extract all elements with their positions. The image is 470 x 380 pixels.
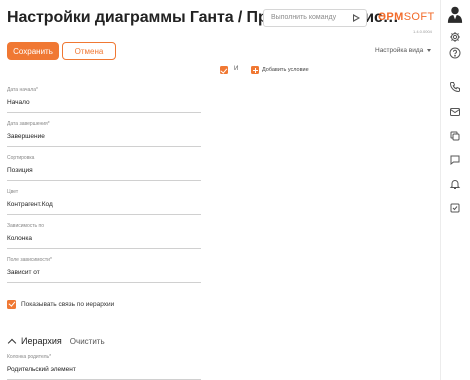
view-settings-dropdown[interactable]: Настройка вида xyxy=(375,47,432,54)
field-value[interactable]: Родительский элемент xyxy=(7,366,76,373)
command-placeholder: Выполнить команду xyxy=(271,14,337,21)
dependency-by-field[interactable]: Зависимость по Колонка xyxy=(7,223,201,249)
bpmsoft-logo: ƏPMSOFT xyxy=(378,11,435,23)
version-label: 1.4.0.0004 xyxy=(413,29,432,34)
checkbox-task-icon[interactable] xyxy=(447,200,463,216)
copy-icon[interactable] xyxy=(447,128,463,144)
field-value[interactable]: Завершение xyxy=(7,133,45,140)
chat-icon[interactable] xyxy=(447,152,463,168)
field-label: Дата завершения* xyxy=(7,121,50,127)
color-field[interactable]: Цвет Контрагент.Код xyxy=(7,189,201,215)
save-button[interactable]: Сохранить xyxy=(7,42,59,60)
cancel-button[interactable]: Отмена xyxy=(62,42,116,60)
clear-hierarchy-button[interactable]: Очистить xyxy=(70,337,105,346)
checkbox-label: Показывать связь по иерархии xyxy=(21,300,115,308)
field-value[interactable]: Позиция xyxy=(7,167,33,174)
field-label: Зависимость по xyxy=(7,223,45,229)
hierarchy-section-header[interactable]: Иерархия Очистить xyxy=(7,335,105,347)
condition-and-label[interactable]: И xyxy=(234,66,238,72)
start-date-field[interactable]: Дата начала* Начало xyxy=(7,87,201,113)
command-input[interactable]: Выполнить команду xyxy=(263,9,367,27)
field-label: Дата начала* xyxy=(7,87,38,93)
help-icon[interactable] xyxy=(447,45,463,61)
field-label: Цвет xyxy=(7,189,19,195)
mail-icon[interactable] xyxy=(447,104,463,120)
field-value[interactable]: Начало xyxy=(7,99,30,106)
field-value[interactable]: Зависит от xyxy=(7,269,40,276)
field-label: Сортировка xyxy=(7,155,35,161)
settings-gear-icon[interactable] xyxy=(447,29,463,45)
field-label: Поле зависимости* xyxy=(7,257,52,263)
show-hierarchy-link-checkbox[interactable]: Показывать связь по иерархии xyxy=(7,299,114,309)
play-icon[interactable] xyxy=(353,14,360,22)
hierarchy-title: Иерархия xyxy=(21,336,62,346)
checkbox-checked-icon[interactable] xyxy=(7,299,16,309)
bell-icon[interactable] xyxy=(447,176,463,192)
user-avatar-icon[interactable] xyxy=(447,6,463,23)
end-date-field[interactable]: Дата завершения* Завершение xyxy=(7,121,201,147)
chevron-up-icon[interactable] xyxy=(7,338,17,347)
add-condition-icon[interactable] xyxy=(251,66,259,74)
add-condition-button[interactable]: Добавить условие xyxy=(262,67,309,73)
field-value[interactable]: Контрагент.Код xyxy=(7,201,53,208)
condition-check-icon[interactable] xyxy=(220,66,228,74)
parent-column-field[interactable]: Колонка родитель* Родительский элемент xyxy=(7,354,201,380)
sorting-field[interactable]: Сортировка Позиция xyxy=(7,155,201,181)
dependency-field[interactable]: Поле зависимости* Зависит от xyxy=(7,257,201,283)
chevron-down-icon xyxy=(427,48,432,52)
field-label: Колонка родитель* xyxy=(7,354,52,360)
phone-icon[interactable] xyxy=(447,79,463,95)
field-value[interactable]: Колонка xyxy=(7,235,32,242)
